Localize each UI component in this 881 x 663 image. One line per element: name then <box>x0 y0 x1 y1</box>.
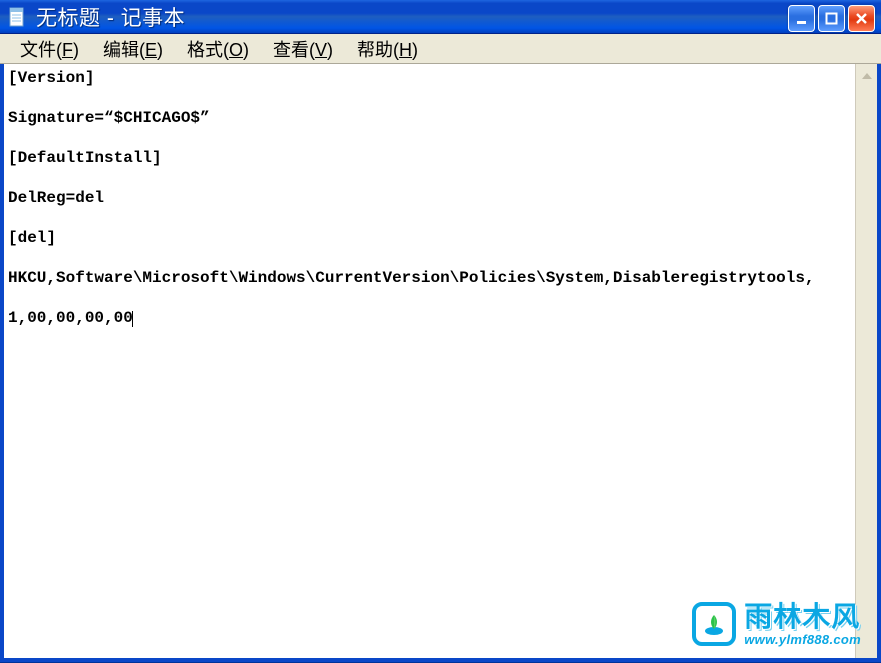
scroll-up-icon[interactable] <box>857 66 876 86</box>
vertical-scrollbar[interactable] <box>855 64 877 658</box>
menu-edit[interactable]: 编辑(E) <box>91 34 175 64</box>
minimize-button[interactable] <box>788 5 815 32</box>
window-controls <box>788 5 875 32</box>
window-title: 无标题 - 记事本 <box>36 2 185 32</box>
close-button[interactable] <box>848 5 875 32</box>
title-bar[interactable]: 无标题 - 记事本 <box>0 0 881 34</box>
text-editor[interactable]: [Version] Signature=“$CHICAGO$” [Default… <box>4 64 855 658</box>
notepad-window: 无标题 - 记事本 文件(F) 编辑(E) 格式(O) <box>0 0 881 663</box>
client-area: [Version] Signature=“$CHICAGO$” [Default… <box>0 64 881 662</box>
menu-bar: 文件(F) 编辑(E) 格式(O) 查看(V) 帮助(H) <box>0 34 881 64</box>
menu-file[interactable]: 文件(F) <box>8 34 91 64</box>
text-cursor <box>132 311 133 327</box>
menu-view[interactable]: 查看(V) <box>261 34 345 64</box>
menu-help[interactable]: 帮助(H) <box>345 34 430 64</box>
menu-format[interactable]: 格式(O) <box>175 34 261 64</box>
notepad-icon <box>8 6 26 28</box>
maximize-button[interactable] <box>818 5 845 32</box>
editor-content: [Version] Signature=“$CHICAGO$” [Default… <box>8 69 815 327</box>
